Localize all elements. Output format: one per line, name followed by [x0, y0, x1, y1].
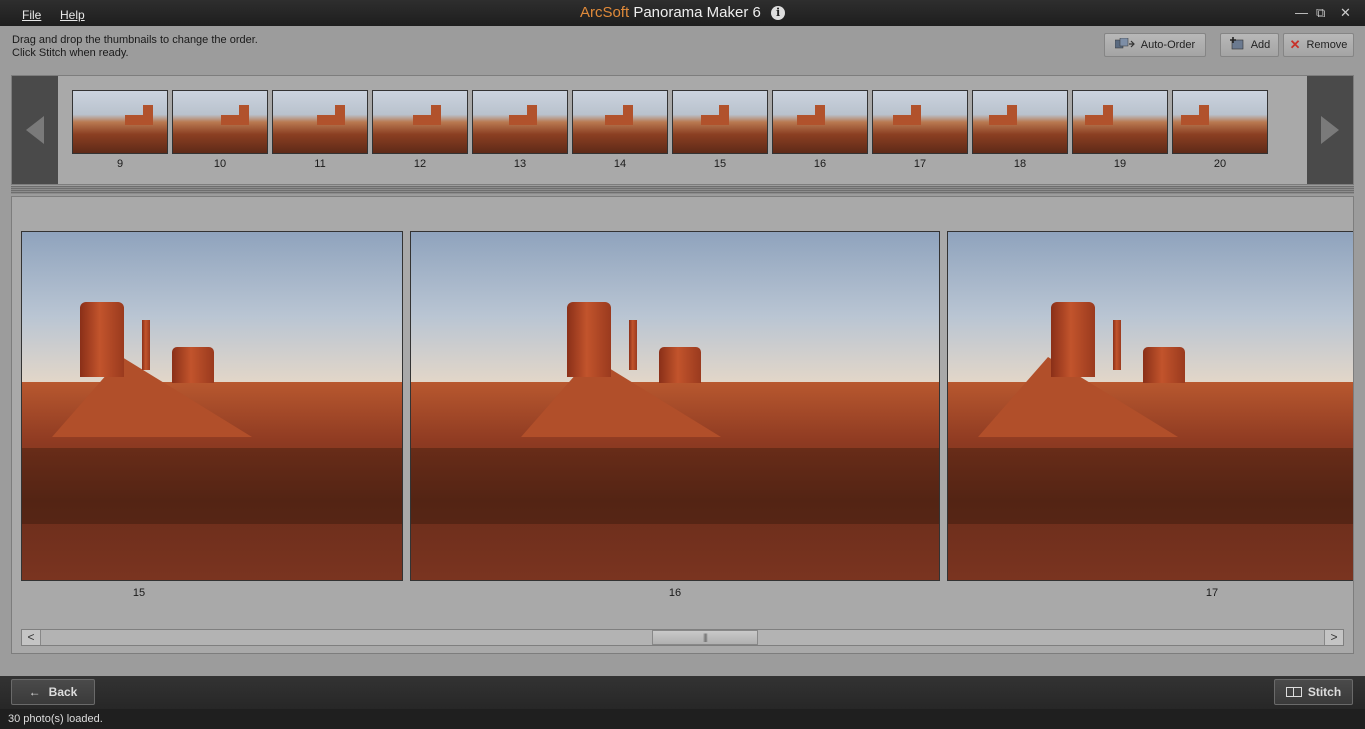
thumbnail[interactable]: 11 [272, 90, 368, 170]
thumbnail-image [672, 90, 768, 154]
status-bar: 30 photo(s) loaded. [0, 709, 1365, 729]
bottom-bar: ← Back Stitch [0, 676, 1365, 709]
thumbnail[interactable]: 15 [672, 90, 768, 170]
thumbnail-number: 20 [1213, 158, 1227, 170]
thumbnail-image [872, 90, 968, 154]
thumbnail-strip: 9 10 11 12 13 14 15 16 17 18 19 20 [11, 75, 1354, 185]
thumbnail[interactable]: 14 [572, 90, 668, 170]
thumbnail-number: 13 [513, 158, 527, 170]
thumbnail-number: 12 [413, 158, 427, 170]
remove-x-icon: ✕ [1289, 37, 1301, 52]
close-icon[interactable]: ✕ [1340, 6, 1351, 20]
thumbnail-number: 19 [1113, 158, 1127, 170]
instruction-line-1: Drag and drop the thumbnails to change t… [12, 34, 258, 46]
toolbar: Drag and drop the thumbnails to change t… [0, 26, 1365, 74]
thumbnail-image [772, 90, 868, 154]
instructions: Drag and drop the thumbnails to change t… [12, 34, 258, 60]
thumbnail[interactable]: 20 [1172, 90, 1268, 170]
preview-photo[interactable] [947, 231, 1353, 581]
thumbnail[interactable]: 18 [972, 90, 1068, 170]
strip-scroll-left-button[interactable] [12, 76, 58, 184]
thumbnail-number: 16 [813, 158, 827, 170]
thumbnail-image [1072, 90, 1168, 154]
splitter-handle[interactable] [11, 186, 1354, 194]
minimize-icon[interactable]: — [1295, 6, 1308, 20]
restore-icon[interactable]: ⧉ [1316, 6, 1325, 20]
thumbnail-number: 9 [116, 158, 124, 170]
thumbnail[interactable]: 13 [472, 90, 568, 170]
thumbnail-number: 14 [613, 158, 627, 170]
remove-button[interactable]: ✕ Remove [1283, 33, 1354, 57]
thumbnail-image [172, 90, 268, 154]
thumbnail-image [1172, 90, 1268, 154]
title-bar: File Help ArcSoft Panorama Maker 6 i — ⧉… [0, 0, 1365, 26]
info-icon[interactable]: i [771, 6, 786, 20]
thumbnail-number: 11 [314, 158, 326, 170]
app-name: Panorama Maker 6 [633, 4, 761, 21]
thumbnail-image [472, 90, 568, 154]
thumbnail-number: 10 [213, 158, 227, 170]
auto-order-icon [1114, 37, 1135, 53]
preview-photo-number: 16 [668, 587, 682, 599]
thumbnail[interactable]: 17 [872, 90, 968, 170]
thumbnail-image [72, 90, 168, 154]
preview-photo-number: 17 [1205, 587, 1219, 599]
thumbnail-number: 18 [1013, 158, 1027, 170]
preview-photo-number: 15 [132, 587, 146, 599]
preview-photo[interactable] [410, 231, 940, 581]
thumbnail-image [972, 90, 1068, 154]
stitch-button[interactable]: Stitch [1274, 679, 1353, 705]
status-text: 30 photo(s) loaded. [8, 713, 103, 725]
back-label: Back [48, 685, 78, 699]
add-photo-icon [1229, 36, 1245, 54]
scroll-right-icon[interactable]: > [1324, 630, 1343, 645]
auto-order-button[interactable]: Auto-Order [1104, 33, 1206, 57]
add-label: Add [1250, 39, 1271, 51]
add-button[interactable]: Add [1220, 33, 1279, 57]
stitch-icon [1285, 687, 1302, 697]
remove-label: Remove [1306, 39, 1348, 51]
preview-photo[interactable] [21, 231, 403, 581]
thumbnail-image [572, 90, 668, 154]
back-arrow-icon: ← [28, 685, 41, 699]
scroll-left-icon[interactable]: < [22, 630, 41, 645]
thumbnail-number: 17 [913, 158, 927, 170]
thumbnail[interactable]: 19 [1072, 90, 1168, 170]
auto-order-label: Auto-Order [1140, 39, 1196, 51]
thumbnail-image [372, 90, 468, 154]
scrollbar-thumb[interactable]: ||| [652, 630, 758, 645]
app-title: ArcSoft Panorama Maker 6 i [0, 4, 1365, 21]
stitch-label: Stitch [1307, 685, 1342, 699]
strip-scroll-right-button[interactable] [1307, 76, 1353, 184]
arrow-left-icon [26, 116, 44, 144]
thumbnail[interactable]: 9 [72, 90, 168, 170]
preview-area: 15 16 17 [11, 196, 1354, 654]
thumbnail[interactable]: 16 [772, 90, 868, 170]
thumbnail-image [272, 90, 368, 154]
thumbnail-list: 9 10 11 12 13 14 15 16 17 18 19 20 [72, 90, 1295, 176]
preview-scrollbar[interactable]: < ||| > [21, 629, 1344, 646]
thumbnail[interactable]: 10 [172, 90, 268, 170]
instruction-line-2: Click Stitch when ready. [12, 47, 129, 59]
app-brand: ArcSoft [579, 4, 630, 21]
arrow-right-icon [1321, 116, 1339, 144]
thumbnail-number: 15 [713, 158, 727, 170]
thumbnail[interactable]: 12 [372, 90, 468, 170]
back-button[interactable]: ← Back [11, 679, 95, 705]
